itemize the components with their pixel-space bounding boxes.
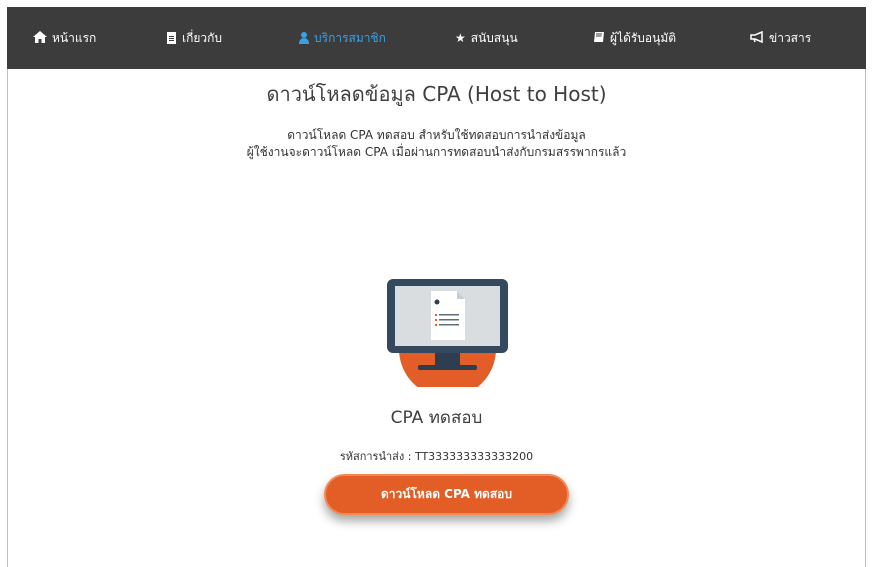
- nav-label-home: หน้าแรก: [52, 30, 97, 45]
- nav-item-about[interactable]: เกี่ยวกับ: [167, 7, 222, 69]
- star-icon: ★: [455, 31, 466, 45]
- nav-label-approved: ผู้ได้รับอนุมัติ: [610, 30, 677, 45]
- nav-label-support: สนับสนุน: [470, 30, 518, 45]
- nav-label-news: ข่าวสาร: [769, 30, 812, 45]
- home-icon: [33, 31, 47, 45]
- top-navbar: หน้าแรก เกี่ยวกับ บริการสมาชิก ★ สนับสนุ…: [7, 7, 866, 69]
- download-cpa-test-button[interactable]: ดาวน์โหลด CPA ทดสอบ: [324, 474, 569, 515]
- submission-code-label: รหัสการนำส่ง :: [339, 450, 415, 463]
- submission-code-value: TT333333333333200: [414, 450, 534, 463]
- document-icon: [167, 32, 176, 44]
- submission-code: รหัสการนำส่ง : TT333333333333200: [0, 447, 873, 465]
- description-line-2: ผู้ใช้งานจะดาวน์โหลด CPA เมื่อผ่านการทดส…: [246, 145, 627, 159]
- nav-item-approved[interactable]: ผู้ได้รับอนุมัติ: [593, 7, 676, 69]
- nav-item-member-services[interactable]: บริการสมาชิก: [299, 7, 386, 69]
- megaphone-icon: [750, 30, 764, 45]
- book-icon: [593, 31, 605, 45]
- monitor-document-icon: [385, 277, 510, 398]
- card-title: CPA ทดสอบ: [390, 408, 483, 428]
- nav-item-support[interactable]: ★ สนับสนุน: [455, 7, 518, 69]
- nav-label-about: เกี่ยวกับ: [182, 30, 223, 45]
- nav-label-member-services: บริการสมาชิก: [314, 30, 386, 45]
- nav-item-news[interactable]: ข่าวสาร: [750, 7, 811, 69]
- user-icon: [299, 32, 309, 44]
- nav-item-home[interactable]: หน้าแรก: [33, 7, 96, 69]
- page-title: ดาวน์โหลดข้อมูล CPA (Host to Host): [266, 82, 607, 106]
